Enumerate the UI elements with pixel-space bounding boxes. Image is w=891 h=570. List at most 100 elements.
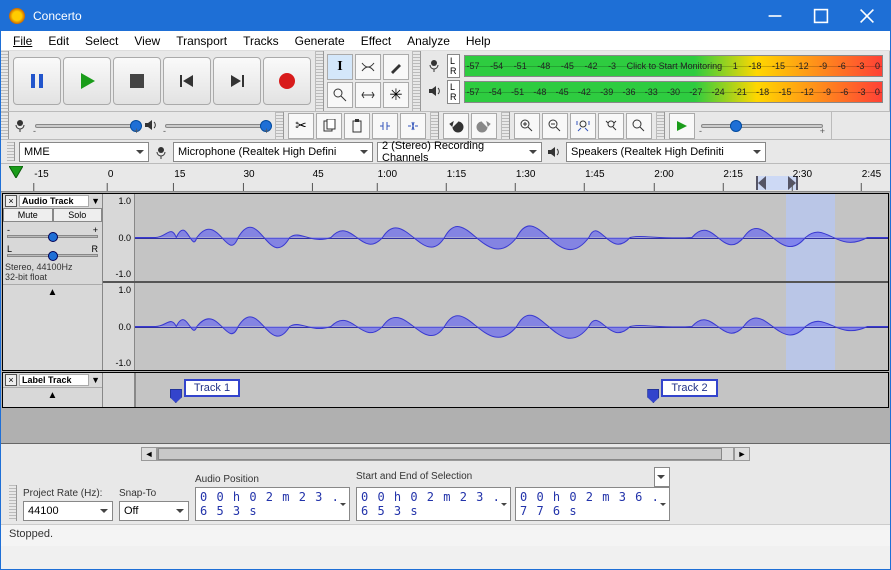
project-rate-select[interactable]: 44100 [23,501,113,521]
audio-host-select[interactable]: MME [19,142,149,162]
toolbar-grip[interactable] [316,51,324,111]
mute-button[interactable]: Mute [3,208,53,222]
record-button[interactable] [263,57,311,105]
menu-tracks[interactable]: Tracks [235,32,287,50]
track-collapse-button[interactable]: ▲ [3,284,102,300]
selection-tool-button[interactable]: I [327,54,353,80]
waveform-left[interactable] [135,194,888,281]
solo-button[interactable]: Solo [53,208,103,222]
track-name-label[interactable]: Label Track [19,374,89,386]
zoom-out-button[interactable] [542,113,568,139]
silence-button[interactable] [400,113,426,139]
timeline-ruler[interactable]: -1501530451:001:151:301:452:002:152:302:… [1,164,890,192]
playback-meter[interactable]: -57-54-51-48-45-42-39-36-33-30-27-24-21-… [464,81,884,103]
toolbar-grip[interactable] [276,112,284,139]
menu-transport[interactable]: Transport [168,32,235,50]
minimize-button[interactable] [752,1,798,31]
label-text[interactable]: Track 2 [661,379,717,397]
play-at-speed-button[interactable] [669,113,695,139]
toolbar-grip[interactable] [502,112,510,139]
recording-meter[interactable]: -57-54-51-48-45-42-3 Click to Start Moni… [464,55,884,77]
playback-speed-slider[interactable]: -+ [697,116,827,136]
toolbar-grip[interactable] [1,112,9,139]
skip-end-button[interactable] [213,57,261,105]
menu-select[interactable]: Select [77,32,126,50]
menu-effect[interactable]: Effect [353,32,399,50]
scrollbar-thumb[interactable] [158,448,722,460]
waveform-right[interactable] [135,283,888,370]
menu-analyze[interactable]: Analyze [399,32,458,50]
ruler-tick: 15 [173,183,185,191]
draw-tool-button[interactable] [383,54,409,80]
track-close-button[interactable]: × [5,374,17,386]
track-name-label[interactable]: Audio Track [19,195,89,207]
copy-button[interactable] [316,113,342,139]
menu-help[interactable]: Help [458,32,499,50]
vertical-scale[interactable]: 1.00.0-1.0 [103,194,135,281]
maximize-button[interactable] [798,1,844,31]
horizontal-scrollbar[interactable]: ◄ ► [1,444,890,464]
label-track-body[interactable]: Track 1 Track 2 [135,373,888,407]
recording-volume-slider[interactable]: -+ [31,116,141,136]
monitor-label[interactable]: Click to Start Monitoring [627,61,723,71]
label-pin-icon[interactable] [170,389,182,403]
track-menu-button[interactable]: ▼ [91,196,100,206]
speaker-icon [427,84,443,100]
label-text[interactable]: Track 1 [184,379,240,397]
menu-generate[interactable]: Generate [287,32,353,50]
skip-start-button[interactable] [163,57,211,105]
toolbar-grip[interactable] [413,51,421,111]
playback-volume-slider[interactable]: -+ [161,116,271,136]
timeshift-tool-button[interactable] [355,82,381,108]
toolbar-grip[interactable] [9,485,17,521]
menu-file[interactable]: File [5,32,40,50]
paste-button[interactable] [344,113,370,139]
label-marker[interactable]: Track 2 [647,379,717,397]
menu-edit[interactable]: Edit [40,32,77,50]
trim-button[interactable] [372,113,398,139]
fit-project-button[interactable] [598,113,624,139]
toolbar-grip[interactable] [7,142,15,161]
play-button[interactable] [63,57,111,105]
track-collapse-button[interactable]: ▲ [3,387,102,407]
track-menu-button[interactable]: ▼ [91,375,100,385]
zoom-in-button[interactable] [514,113,540,139]
zoom-toggle-button[interactable] [626,113,652,139]
undo-button[interactable] [443,113,469,139]
menu-view[interactable]: View [126,32,168,50]
redo-button[interactable] [471,113,497,139]
label-marker[interactable]: Track 1 [170,379,240,397]
multi-tool-button[interactable]: ✳ [383,82,409,108]
label-pin-icon[interactable] [647,389,659,403]
gain-slider[interactable]: -+ [3,222,102,241]
snap-to-select[interactable]: Off [119,501,189,521]
zoom-tool-button[interactable] [327,82,353,108]
toolbar-grip[interactable] [431,112,439,139]
fit-selection-button[interactable] [570,113,596,139]
audio-position-field[interactable]: 0 0 h 0 2 m 2 3 . 6 5 3 s [195,487,350,521]
toolbar-grip[interactable] [657,112,665,139]
playback-device-select[interactable]: Speakers (Realtek High Definiti [566,142,766,162]
transport-toolbar: I ✳ LR -57-54-51-48-45-42-3 Click to Sta… [1,51,890,112]
toolbar-grip[interactable] [1,51,9,111]
pan-slider[interactable]: LR [3,241,102,260]
close-button[interactable] [844,1,890,31]
playhead-icon[interactable] [9,166,23,178]
scroll-right-button[interactable]: ► [734,447,750,461]
selection-end-field[interactable]: 0 0 h 0 2 m 3 6 . 7 7 6 s [515,487,670,521]
cut-button[interactable]: ✂ [288,113,314,139]
scroll-left-button[interactable]: ◄ [141,447,157,461]
track-close-button[interactable]: × [5,195,17,207]
selection-start-field[interactable]: 0 0 h 0 2 m 2 3 . 6 5 3 s [356,487,511,521]
pause-button[interactable] [13,57,61,105]
recording-device-select[interactable]: Microphone (Realtek High Defini [173,142,373,162]
status-bar: Stopped. [1,524,890,546]
recording-channels-select[interactable]: 2 (Stereo) Recording Channels [377,142,542,162]
device-toolbar: MME Microphone (Realtek High Defini 2 (S… [1,140,890,164]
envelope-tool-button[interactable] [355,54,381,80]
vertical-scale[interactable]: 1.00.0-1.0 [103,283,135,370]
selection-mode-select[interactable] [654,467,670,487]
audio-position-label: Audio Position [195,474,350,485]
stop-button[interactable] [113,57,161,105]
ruler-tick: -15 [33,183,48,191]
